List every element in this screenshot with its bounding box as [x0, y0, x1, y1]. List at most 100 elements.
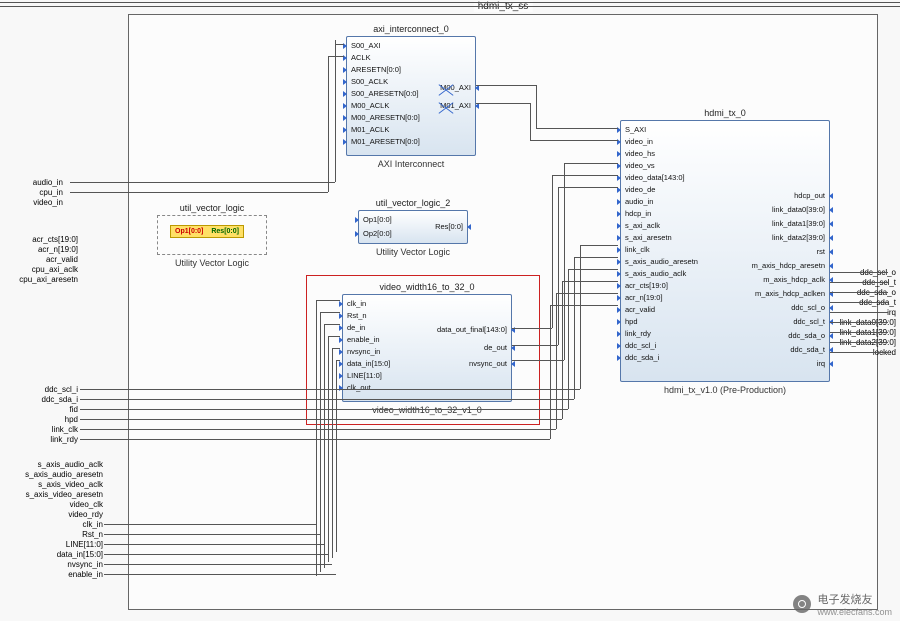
wire	[335, 40, 336, 182]
ext-port: cpu_axi_aresetn	[8, 275, 78, 284]
port: rst	[817, 247, 825, 256]
ext-port: Rst_n	[8, 530, 103, 539]
diagram-canvas[interactable]: hdmi_tx_ss axi_interconnect_0 AXI Interc…	[0, 0, 900, 621]
wire	[324, 324, 325, 568]
axi-crossbar-icon	[437, 99, 455, 117]
wire	[320, 312, 321, 572]
wire	[104, 564, 332, 565]
wire	[564, 163, 618, 164]
wire	[0, 2, 900, 3]
block-title: util_vector_logic_2	[376, 198, 451, 208]
ext-port: enable_in	[8, 570, 103, 579]
port: ddc_sda_i	[625, 353, 659, 362]
wire	[336, 360, 340, 361]
port: video_data[143:0]	[625, 173, 685, 182]
port: data_in[15:0]	[347, 359, 390, 368]
block-util-vector-logic-2[interactable]: util_vector_logic_2 Utility Vector Logic…	[358, 210, 468, 244]
wire	[512, 328, 552, 329]
block-hdmi-tx[interactable]: hdmi_tx_0 hdmi_tx_v1.0 (Pre-Production) …	[620, 120, 830, 382]
ext-port: s_axis_video_aclk	[8, 480, 103, 489]
port: hdcp_out	[794, 191, 825, 200]
wire	[564, 163, 565, 360]
port: de_out	[484, 343, 507, 352]
watermark-text: 电子发烧友	[817, 591, 892, 607]
ext-port: acr_valid	[8, 255, 78, 264]
block-caption: video_width16_to_32_v1_0	[372, 405, 482, 415]
port: M01_ACLK	[351, 125, 389, 134]
ext-port: hpd	[8, 415, 78, 424]
wire	[530, 103, 531, 140]
port: irq	[817, 359, 825, 368]
wire	[830, 342, 888, 343]
wire	[568, 269, 569, 409]
wire	[550, 305, 618, 306]
port: S_AXI	[625, 125, 646, 134]
port: nvsync_out	[469, 359, 507, 368]
block-axi-interconnect[interactable]: axi_interconnect_0 AXI Interconnect S00_…	[346, 36, 476, 156]
wire	[328, 336, 329, 562]
port: Rst_n	[347, 311, 367, 320]
ext-port: ddc_sda_i	[8, 395, 78, 404]
ext-port: video_rdy	[8, 510, 103, 519]
ext-port: s_axis_video_aresetn	[8, 490, 103, 499]
port: acr_n[19:0]	[625, 293, 663, 302]
wire	[556, 293, 557, 429]
ext-port: ddc_scl_i	[8, 385, 78, 394]
ext-port: fid	[8, 405, 78, 414]
block-caption: AXI Interconnect	[378, 159, 445, 169]
wire	[574, 257, 618, 258]
wire	[104, 554, 328, 555]
port: link_data0[39:0]	[772, 205, 825, 214]
wire	[574, 257, 575, 399]
wire	[558, 187, 618, 188]
port: de_in	[347, 323, 365, 332]
port: Op2[0:0]	[363, 229, 392, 238]
wire	[536, 128, 618, 129]
wire	[830, 322, 888, 323]
port: s_axi_aresetn	[625, 233, 672, 242]
wire	[558, 187, 559, 345]
port: S00_ACLK	[351, 77, 388, 86]
wire	[562, 281, 563, 419]
block-title: video_width16_to_32_0	[379, 282, 474, 292]
port: M01_ARESETN[0:0]	[351, 137, 420, 146]
port: ddc_scl_i	[625, 341, 656, 350]
port: clk_out	[347, 383, 371, 392]
wire	[830, 292, 888, 293]
block-caption: Utility Vector Logic	[175, 258, 249, 268]
port: acr_cts[19:0]	[625, 281, 668, 290]
port: hpd	[625, 317, 638, 326]
port: link_rdy	[625, 329, 651, 338]
port: acr_valid	[625, 305, 655, 314]
block-video-width16-to-32[interactable]: video_width16_to_32_0 video_width16_to_3…	[342, 294, 512, 402]
port: clk_in	[347, 299, 366, 308]
port: M00_ACLK	[351, 101, 389, 110]
port: s_axi_aclk	[625, 221, 660, 230]
ext-port: link_rdy	[8, 435, 78, 444]
wire	[328, 56, 344, 57]
port: ddc_scl_o	[791, 303, 825, 312]
wire	[320, 312, 340, 313]
wire	[104, 524, 316, 525]
ext-port: video_in	[8, 198, 63, 207]
wire	[830, 302, 888, 303]
port: ddc_sda_t	[790, 345, 825, 354]
port: Res[0:0]	[435, 222, 463, 231]
wire	[80, 439, 550, 440]
block-util-vector-logic-small[interactable]: Op1[0:0] Res[0:0]	[170, 225, 244, 238]
wire	[324, 324, 340, 325]
port: enable_in	[347, 335, 380, 344]
wire	[104, 544, 324, 545]
wire	[830, 272, 888, 273]
port: link_data1[39:0]	[772, 219, 825, 228]
wire	[530, 140, 618, 141]
port: Res[0:0]	[211, 228, 239, 235]
block-caption: hdmi_tx_v1.0 (Pre-Production)	[664, 385, 786, 395]
wire	[830, 282, 888, 283]
wire	[70, 192, 328, 193]
wire	[552, 175, 618, 176]
wire	[536, 85, 537, 128]
port: S00_AXI	[351, 41, 381, 50]
wire	[335, 44, 344, 45]
ext-port: cpu_in	[8, 188, 63, 197]
